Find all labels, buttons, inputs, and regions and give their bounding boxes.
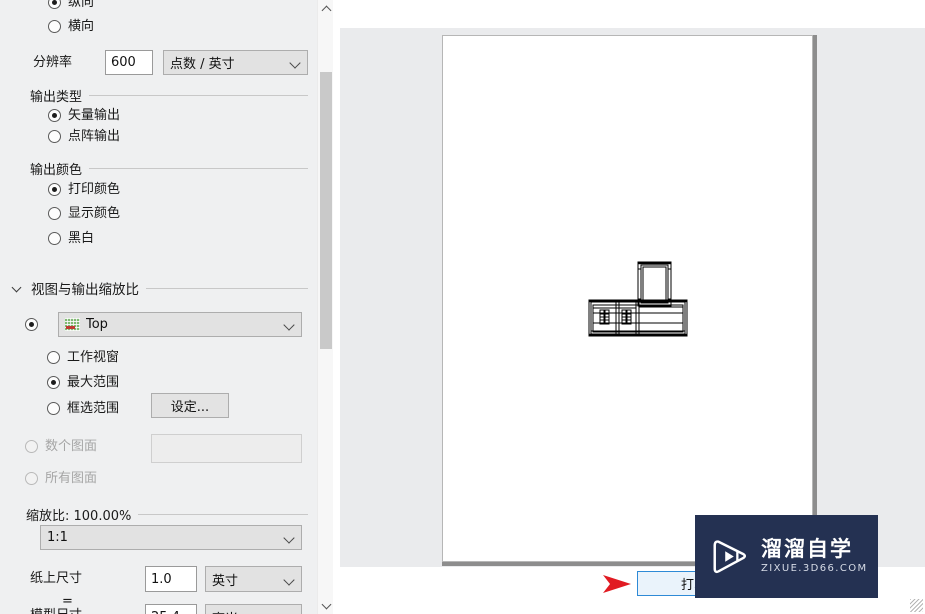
paper-size-unit-select[interactable]: 英寸 [205, 566, 302, 592]
group-scale: 缩放比: 100.00% [26, 505, 308, 524]
resolution-unit-select[interactable]: 点数 / 英寸 [163, 50, 308, 75]
radio-dot [25, 440, 38, 453]
radio-label: 点阵输出 [68, 129, 121, 144]
model-size-input[interactable]: 25.4 [145, 604, 197, 614]
radio-output-type-raster[interactable]: 点阵输出 [48, 130, 120, 143]
radio-dot [48, 20, 61, 33]
group-rule [89, 95, 308, 96]
radio-output-color-bw[interactable]: 黑白 [48, 232, 94, 245]
radio-dot [48, 232, 61, 245]
resolution-unit-value: 点数 / 英寸 [170, 57, 235, 72]
section-view-output-scale[interactable]: 视图与输出缩放比 [12, 278, 308, 298]
radio-label: 所有图面 [45, 471, 98, 486]
watermark-overlay: 溜溜自学 ZIXUE.3D66.COM [695, 515, 878, 598]
resolution-label: 分辨率 [33, 55, 73, 70]
radio-dot [25, 472, 38, 485]
print-dialog-window: 纵向 横向 分辨率 600 点数 / 英寸 输出类型 矢量输出 点阵输出 输出颜… [0, 0, 925, 614]
radio-label: 工作视窗 [67, 350, 120, 365]
radio-range-maximum[interactable]: 最大范围 [47, 376, 119, 389]
radio-dot [47, 351, 60, 364]
view-grid-highlight [66, 326, 75, 329]
settings-panel-scrollbar[interactable] [317, 0, 333, 614]
chevron-down-icon [12, 282, 24, 294]
radio-several-drawings[interactable]: 数个图面 [25, 440, 97, 453]
view-select[interactable]: Top [58, 312, 302, 337]
chevron-down-icon [290, 57, 301, 68]
chevron-down-icon [284, 319, 295, 330]
radio-dot [47, 376, 60, 389]
floor-plan-drawing [588, 261, 688, 337]
group-output-color: 输出颜色 [30, 159, 308, 178]
watermark-brand: 溜溜自学 [761, 537, 853, 561]
radio-range-workwindow[interactable]: 工作视窗 [47, 351, 119, 364]
radio-orientation-portrait[interactable]: 纵向 [48, 0, 94, 9]
radio-label: 打印颜色 [68, 182, 121, 197]
radio-label: 横向 [68, 19, 95, 34]
play-button-logo [713, 539, 747, 573]
radio-range-selection[interactable]: 框选范围 [47, 402, 119, 415]
group-title: 缩放比: 100.00% [26, 509, 132, 524]
scrollbar-thumb[interactable] [320, 72, 332, 349]
radio-label: 框选范围 [67, 401, 120, 416]
group-rule [138, 514, 308, 515]
resize-grip[interactable] [910, 599, 923, 612]
radio-label: 矢量输出 [68, 108, 121, 123]
section-title: 视图与输出缩放比 [31, 282, 139, 298]
several-drawings-input[interactable] [151, 434, 302, 463]
paper-size-label: 纸上尺寸 [30, 571, 83, 586]
group-rule [146, 287, 308, 289]
radio-view-source[interactable] [25, 318, 38, 331]
radio-output-color-display[interactable]: 显示颜色 [48, 207, 120, 220]
model-size-unit-value: 毫米 [212, 608, 284, 614]
chevron-up-icon [321, 5, 331, 15]
chevron-down-icon [284, 574, 295, 585]
radio-dot [48, 0, 61, 9]
preview-canvas[interactable] [340, 28, 925, 567]
radio-dot [48, 183, 61, 196]
equals-label: = [62, 594, 73, 609]
scale-ratio-value: 1:1 [47, 530, 68, 545]
watermark-url: ZIXUE.3D66.COM [761, 563, 868, 574]
radio-dot [25, 318, 38, 331]
radio-dot [48, 207, 61, 220]
preview-page [442, 35, 813, 562]
chevron-down-icon [321, 599, 331, 609]
model-size-unit-select[interactable]: 毫米 [205, 604, 302, 614]
settings-button[interactable]: 设定... [151, 393, 229, 418]
radio-dot [48, 109, 61, 122]
group-title: 输出类型 [30, 90, 83, 105]
watermark-text: 溜溜自学 ZIXUE.3D66.COM [761, 539, 868, 574]
paper-size-input[interactable]: 1.0 [145, 566, 197, 592]
resolution-input[interactable]: 600 [105, 50, 153, 75]
radio-all-drawings[interactable]: 所有图面 [25, 472, 97, 485]
radio-output-type-vector[interactable]: 矢量输出 [48, 109, 120, 122]
radio-label: 数个图面 [45, 439, 98, 454]
model-size-label: 模型尺寸 [30, 609, 82, 614]
radio-dot [48, 130, 61, 143]
scroll-up-button[interactable] [318, 0, 334, 17]
red-arrow-pointer [603, 575, 631, 593]
group-title: 输出颜色 [30, 163, 83, 178]
radio-dot [47, 402, 60, 415]
radio-label: 最大范围 [67, 375, 120, 390]
settings-panel: 纵向 横向 分辨率 600 点数 / 英寸 输出类型 矢量输出 点阵输出 输出颜… [0, 0, 317, 614]
chevron-down-icon [284, 532, 295, 543]
scroll-down-button[interactable] [318, 597, 334, 614]
paper-size-unit-value: 英寸 [212, 573, 239, 589]
group-output-type: 输出类型 [30, 86, 308, 105]
view-select-value: Top [86, 317, 108, 332]
radio-output-color-print[interactable]: 打印颜色 [48, 183, 120, 196]
radio-label: 显示颜色 [68, 206, 121, 221]
view-grid-icon [65, 318, 80, 331]
view-grid-lines [65, 318, 80, 331]
scale-ratio-select[interactable]: 1:1 [40, 525, 302, 550]
radio-orientation-landscape[interactable]: 横向 [48, 20, 94, 33]
group-rule [89, 168, 308, 169]
radio-label: 纵向 [68, 0, 95, 10]
radio-label: 黑白 [68, 231, 95, 246]
